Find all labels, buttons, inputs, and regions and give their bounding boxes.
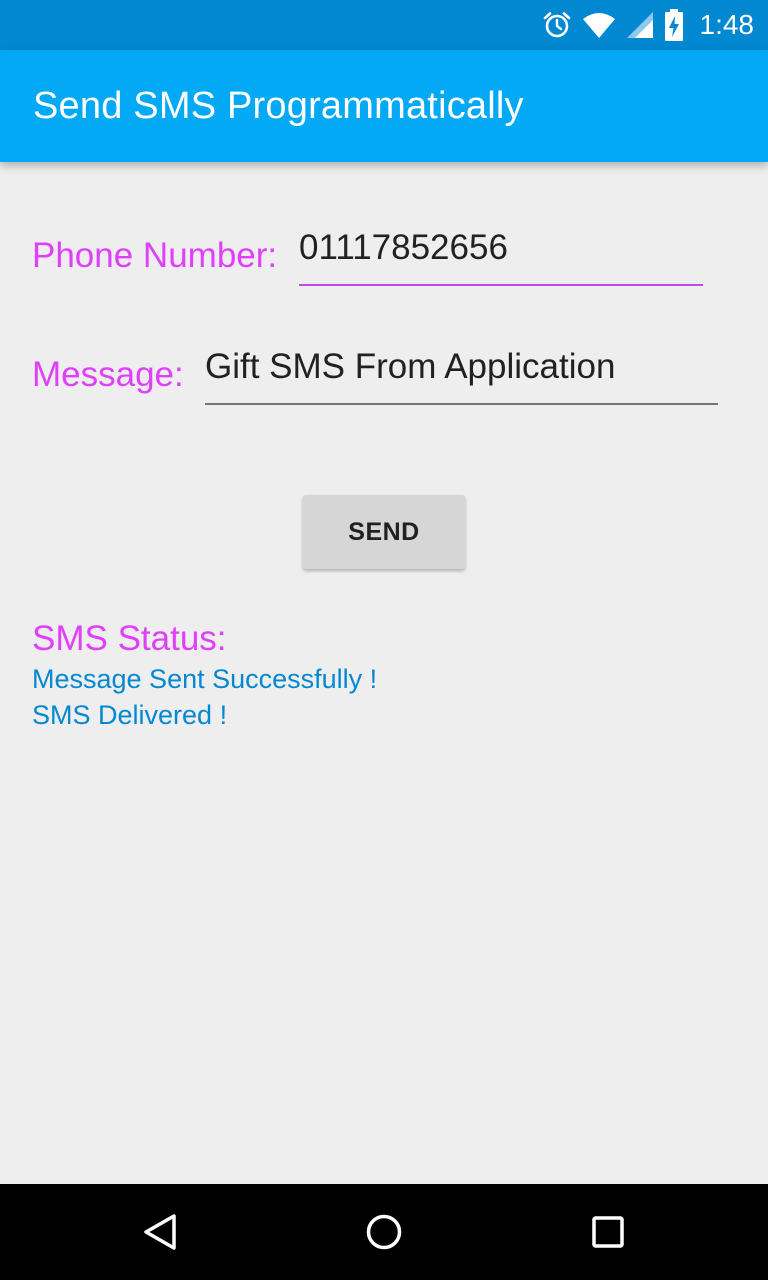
wifi-icon	[582, 11, 616, 39]
message-label: Message:	[32, 355, 184, 394]
status-message-delivered: SMS Delivered !	[32, 700, 228, 730]
app-title: Send SMS Programmatically	[33, 85, 524, 127]
alarm-icon	[542, 10, 572, 40]
cell-signal-icon	[626, 11, 654, 39]
status-icons: 1:48	[542, 0, 755, 50]
message-field[interactable]: Gift SMS From Application	[205, 345, 718, 405]
phone-number-value: 01117852656	[299, 228, 508, 267]
app-bar: Send SMS Programmatically	[0, 50, 768, 162]
recents-button[interactable]	[584, 1208, 632, 1256]
phone-number-label: Phone Number:	[32, 236, 278, 275]
navigation-bar	[0, 1184, 768, 1280]
battery-charging-icon	[664, 9, 684, 41]
status-time: 1:48	[699, 9, 755, 40]
recents-icon	[592, 1216, 624, 1248]
message-value: Gift SMS From Application	[205, 347, 616, 386]
home-icon	[366, 1214, 402, 1250]
send-button[interactable]: SEND	[303, 495, 465, 569]
back-icon	[144, 1214, 176, 1250]
status-message-sent: Message Sent Successfully !	[32, 664, 378, 694]
back-button[interactable]	[136, 1208, 184, 1256]
status-bar: 1:48	[0, 0, 768, 50]
home-button[interactable]	[360, 1208, 408, 1256]
phone-number-field[interactable]: 01117852656	[299, 226, 703, 286]
sms-status-label: SMS Status:	[32, 619, 227, 658]
